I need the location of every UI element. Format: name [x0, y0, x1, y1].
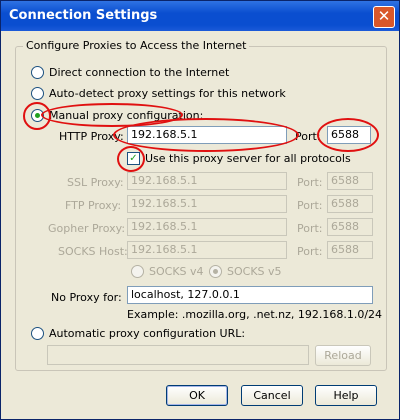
gopher-proxy-label: Gopher Proxy:: [48, 222, 126, 235]
close-button[interactable]: ✕: [373, 6, 395, 28]
http-proxy-label: HTTP Proxy:: [59, 130, 124, 143]
ftp-port-label: Port:: [297, 199, 323, 212]
group-title: Configure Proxies to Access the Internet: [23, 39, 250, 52]
ok-button[interactable]: OK: [166, 385, 228, 406]
ftp-proxy-label: FTP Proxy:: [65, 199, 122, 212]
gopher-port-input[interactable]: 6588: [327, 218, 373, 236]
checkmark-icon[interactable]: ✓: [127, 152, 140, 165]
ssl-port-input[interactable]: 6588: [327, 172, 373, 190]
use-for-all-label: Use this proxy server for all protocols: [145, 152, 351, 165]
radio-auto-url-circle[interactable]: [31, 327, 44, 340]
radio-auto-detect[interactable]: Auto-detect proxy settings for this netw…: [31, 87, 286, 100]
gopher-proxy-input[interactable]: 192.168.5.1: [127, 218, 287, 236]
ssl-proxy-input[interactable]: 192.168.5.1: [127, 172, 287, 190]
radio-direct-label: Direct connection to the Internet: [49, 66, 230, 79]
gopher-port-label: Port:: [297, 222, 323, 235]
socks-port-label: Port:: [297, 245, 323, 258]
no-proxy-example: Example: .mozilla.org, .net.nz, 192.168.…: [127, 308, 383, 321]
ftp-port-input[interactable]: 6588: [327, 195, 373, 213]
ssl-port-label: Port:: [297, 176, 323, 189]
window-title: Connection Settings: [9, 8, 158, 23]
socks-host-input[interactable]: 192.168.5.1: [127, 241, 287, 259]
http-port-label: Port:: [295, 130, 321, 143]
help-button[interactable]: Help: [315, 385, 377, 406]
radio-direct-circle[interactable]: [31, 66, 44, 79]
ssl-proxy-label: SSL Proxy:: [67, 176, 124, 189]
radio-auto-url[interactable]: Automatic proxy configuration URL:: [31, 327, 245, 340]
title-bar[interactable]: Connection Settings ✕: [1, 1, 399, 31]
radio-auto-detect-circle[interactable]: [31, 87, 44, 100]
cancel-button[interactable]: Cancel: [241, 385, 303, 406]
radio-manual-label: Manual proxy configuration:: [49, 109, 204, 122]
no-proxy-label: No Proxy for:: [51, 291, 122, 304]
socks-v5-label: SOCKS v5: [227, 265, 282, 278]
http-proxy-input[interactable]: 192.168.5.1: [127, 126, 287, 144]
reload-button[interactable]: Reload: [315, 345, 371, 366]
no-proxy-input[interactable]: localhost, 127.0.0.1: [127, 286, 373, 304]
socks-v4-label: SOCKS v4: [149, 265, 204, 278]
auto-url-input[interactable]: [47, 345, 309, 365]
socks-port-input[interactable]: 6588: [327, 241, 373, 259]
radio-manual-circle[interactable]: [31, 109, 44, 122]
radio-socks-v5[interactable]: SOCKS v5: [209, 265, 282, 278]
use-for-all-checkbox[interactable]: ✓ Use this proxy server for all protocol…: [127, 152, 351, 165]
radio-socks-v4-circle[interactable]: [131, 265, 144, 278]
radio-auto-url-label: Automatic proxy configuration URL:: [49, 327, 246, 340]
radio-socks-v5-circle[interactable]: [209, 265, 222, 278]
ftp-proxy-input[interactable]: 192.168.5.1: [127, 195, 287, 213]
radio-manual[interactable]: Manual proxy configuration:: [31, 109, 203, 122]
socks-host-label: SOCKS Host:: [58, 245, 128, 258]
radio-socks-v4[interactable]: SOCKS v4: [131, 265, 204, 278]
http-port-input[interactable]: 6588: [327, 126, 371, 144]
connection-settings-dialog: Connection Settings ✕ Configure Proxies …: [0, 0, 400, 420]
radio-direct[interactable]: Direct connection to the Internet: [31, 66, 229, 79]
radio-auto-detect-label: Auto-detect proxy settings for this netw…: [49, 87, 286, 100]
